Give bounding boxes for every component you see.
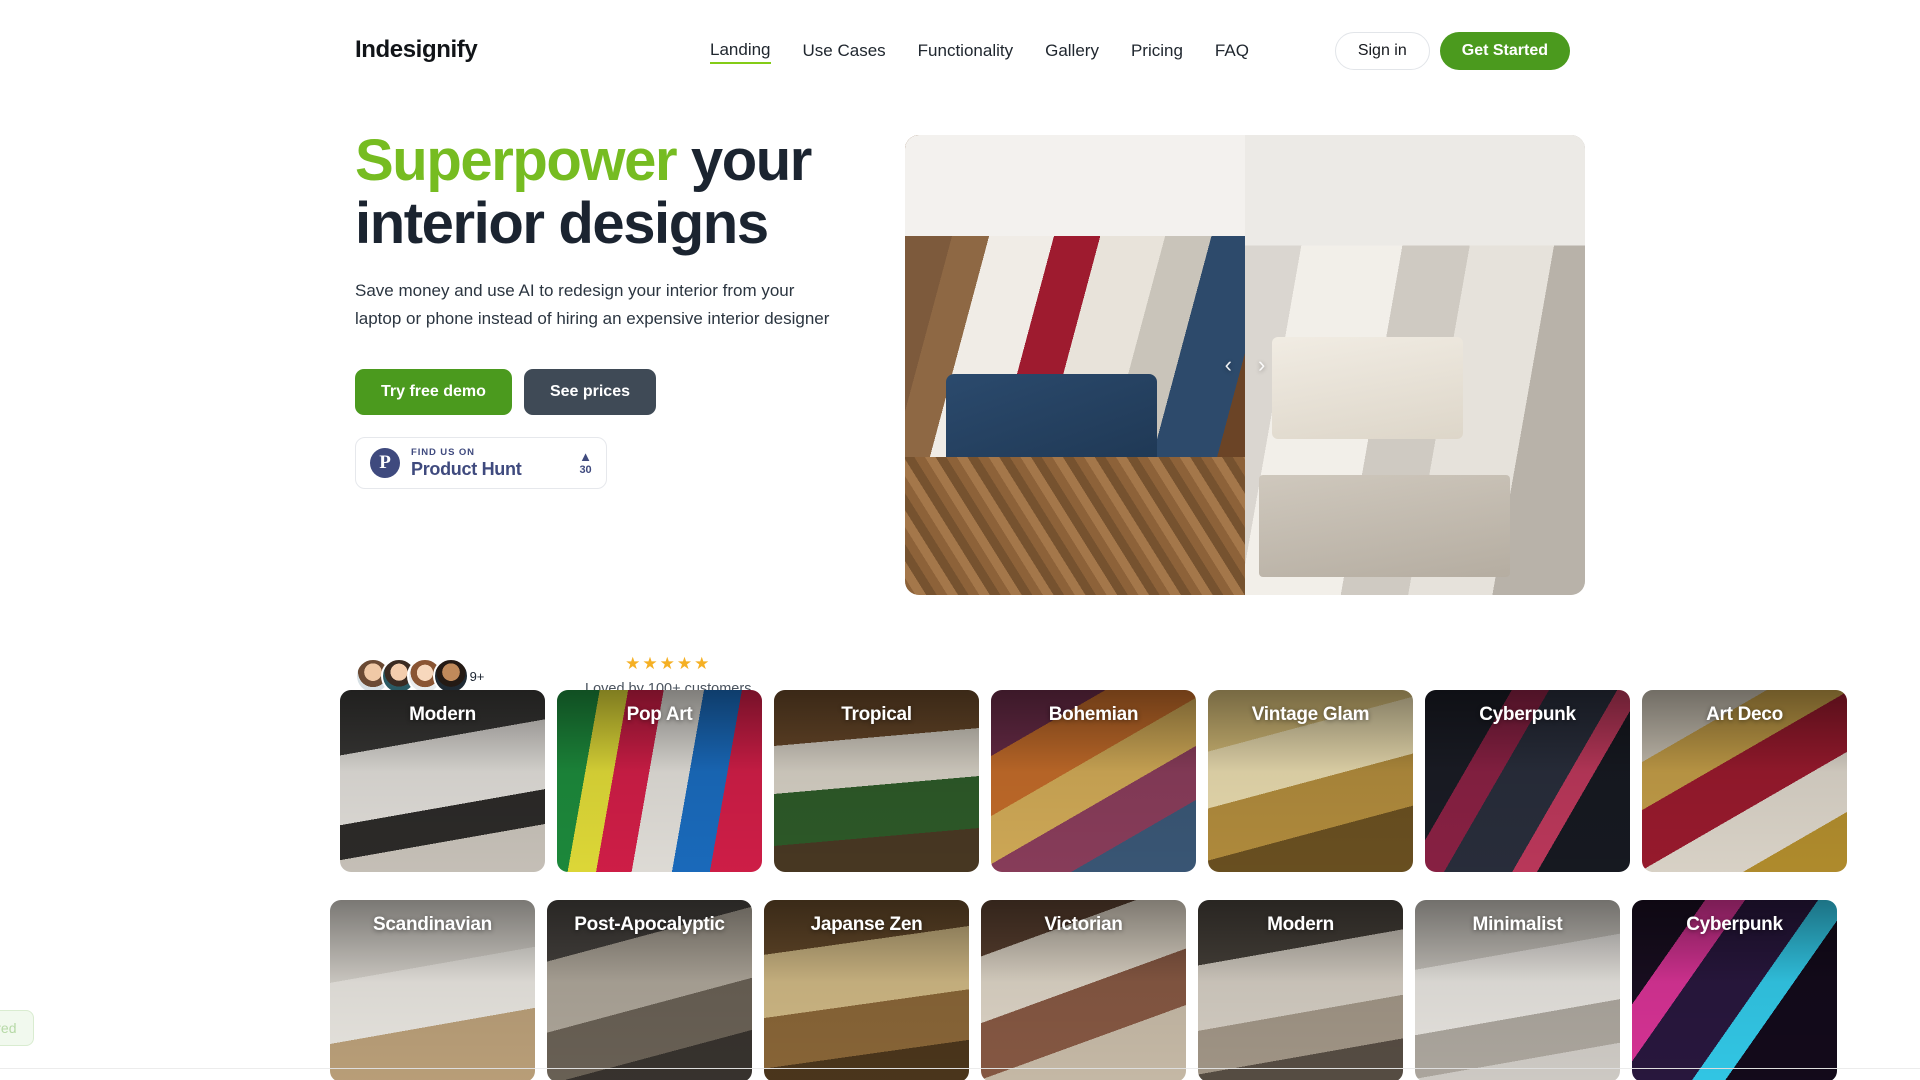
product-hunt-name: Product Hunt — [411, 458, 522, 479]
try-free-demo-button[interactable]: Try free demo — [355, 369, 512, 416]
style-card-cyberpunk[interactable]: Cyberpunk — [1425, 690, 1630, 872]
style-card-label: Tropical — [841, 704, 912, 725]
nav-item-use-cases[interactable]: Use Cases — [803, 42, 886, 63]
star-rating-icon: ★★★★★ — [625, 654, 712, 673]
style-card-tropical[interactable]: Tropical — [774, 690, 979, 872]
style-card-scandinavian[interactable]: Scandinavian — [330, 900, 535, 1080]
brand-logo[interactable]: Indesignify — [355, 38, 478, 62]
gallery-track[interactable]: Modern Pop Art Tropical Bohemian Vintage… — [340, 690, 1847, 872]
hero-subtitle: Save money and use AI to redesign your i… — [355, 281, 830, 329]
upvote-arrow-icon: ▲ — [579, 449, 592, 465]
style-card-label: Victorian — [1044, 914, 1123, 935]
chevron-left-icon[interactable]: ‹ — [1225, 354, 1232, 376]
style-card-label: Modern — [1267, 914, 1334, 935]
product-hunt-icon: P — [370, 448, 400, 479]
hero-title-accent: Superpower — [355, 128, 678, 193]
gallery-track[interactable]: Scandinavian Post-Apocalyptic Japanse Ze… — [330, 900, 1837, 1080]
style-card-cyberpunk-2[interactable]: Cyberpunk — [1632, 900, 1837, 1080]
product-hunt-eyebrow: FIND US ON — [411, 446, 475, 458]
nav-item-landing[interactable]: Landing — [710, 41, 771, 64]
toast-notification: Rendered — [0, 1010, 34, 1046]
style-card-label: Pop Art — [626, 704, 693, 725]
style-card-label: Scandinavian — [373, 914, 492, 935]
style-card-minimalist[interactable]: Minimalist — [1415, 900, 1620, 1080]
get-started-button[interactable]: Get Started — [1439, 32, 1570, 70]
style-card-label: Bohemian — [1048, 704, 1139, 725]
style-card-vintage-glam[interactable]: Vintage Glam — [1208, 690, 1413, 872]
slider-arrow-group: ‹ › — [1225, 354, 1266, 376]
style-card-label: Cyberpunk — [1686, 914, 1783, 935]
product-hunt-badge[interactable]: P FIND US ON Product Hunt ▲ 30 — [355, 437, 607, 490]
sign-in-button[interactable]: Sign in — [1334, 32, 1430, 70]
style-card-pop-art[interactable]: Pop Art — [557, 690, 762, 872]
style-card-label: Modern — [409, 704, 476, 725]
product-hunt-texts: FIND US ON Product Hunt — [411, 446, 568, 479]
product-hunt-vote[interactable]: ▲ 30 — [579, 449, 592, 477]
page-title: Superpower your interior designs — [355, 128, 855, 255]
style-card-post-apocalyptic[interactable]: Post-Apocalyptic — [547, 900, 752, 1080]
nav-item-pricing[interactable]: Pricing — [1131, 42, 1183, 63]
nav-item-gallery[interactable]: Gallery — [1045, 42, 1099, 63]
nav-item-functionality[interactable]: Functionality — [918, 42, 1013, 63]
hero-cta-group: Try free demo See prices — [355, 369, 855, 416]
style-card-bohemian[interactable]: Bohemian — [991, 690, 1196, 872]
main-navigation: Landing Use Cases Functionality Gallery … — [710, 41, 1249, 64]
style-card-label: Minimalist — [1472, 914, 1563, 935]
style-card-japanse-zen[interactable]: Japanse Zen — [764, 900, 969, 1080]
landing-page: Indesignify Landing Use Cases Functional… — [0, 0, 1920, 1080]
see-prices-button[interactable]: See prices — [523, 369, 656, 416]
before-after-slider[interactable]: ‹ › — [905, 135, 1585, 595]
style-card-label: Art Deco — [1706, 704, 1783, 725]
style-card-art-deco[interactable]: Art Deco — [1642, 690, 1847, 872]
style-card-label: Cyberpunk — [1479, 704, 1576, 725]
after-image — [1245, 135, 1585, 595]
before-image — [905, 135, 1245, 595]
nav-item-faq[interactable]: FAQ — [1215, 42, 1249, 63]
avatar-group: 9+ — [355, 658, 495, 694]
gallery-row: Scandinavian Post-Apocalyptic Japanse Ze… — [0, 900, 1920, 1080]
style-gallery: Modern Pop Art Tropical Bohemian Vintage… — [0, 690, 1920, 1080]
style-card-modern-2[interactable]: Modern — [1198, 900, 1403, 1080]
style-card-label: Post-Apocalyptic — [574, 914, 725, 935]
style-card-label: Japanse Zen — [810, 914, 923, 935]
hero-copy: Superpower your interior designs Save mo… — [355, 128, 855, 490]
gallery-row: Modern Pop Art Tropical Bohemian Vintage… — [0, 690, 1920, 888]
site-header: Indesignify Landing Use Cases Functional… — [0, 0, 1920, 80]
style-card-label: Vintage Glam — [1251, 704, 1370, 725]
upvote-count: 30 — [579, 464, 592, 477]
header-actions: Sign in Get Started — [1334, 32, 1570, 70]
style-card-modern[interactable]: Modern — [340, 690, 545, 872]
style-card-victorian[interactable]: Victorian — [981, 900, 1186, 1080]
avatar — [433, 658, 469, 694]
chevron-right-icon[interactable]: › — [1258, 354, 1265, 376]
